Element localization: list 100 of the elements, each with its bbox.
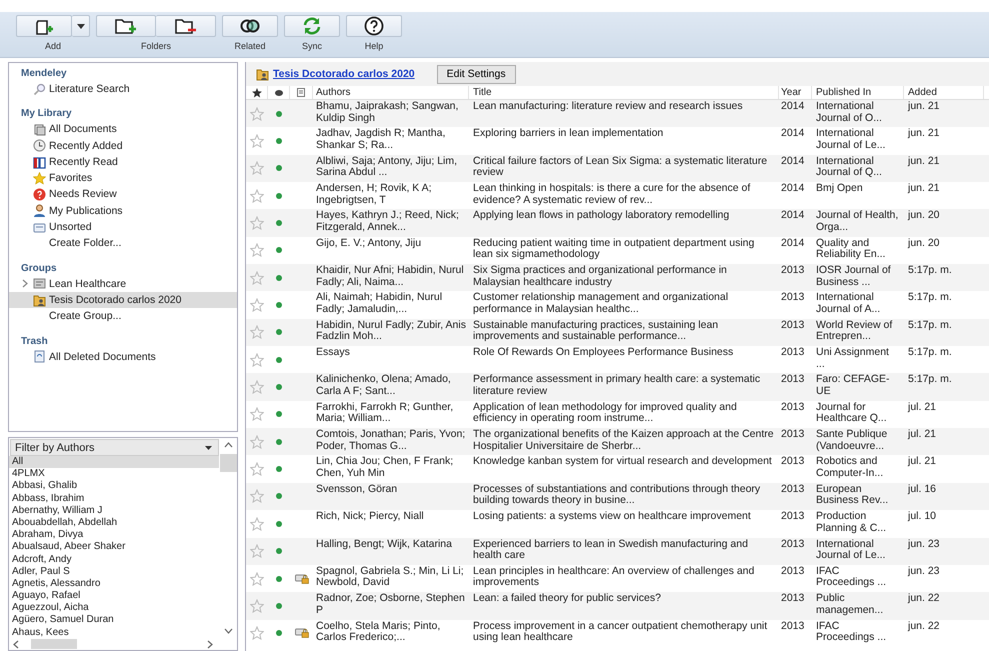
- table-cell-text: jun. 22: [908, 620, 941, 632]
- table-cell-text: Gijo, E. V.; Antony, Jiju: [316, 238, 422, 250]
- author-item[interactable]: Adler, Paul S: [9, 566, 219, 578]
- table-row[interactable]: Comtois, Jonathan; Paris, Yvon; Poder, Thomas G... The organizational benefits of the Kaizen approach at the Centre Hospitalier Universitaire de Sherbr... 2013 Sante Publique (Vandoeuvre... jul. 21: [246, 428, 989, 456]
- table-cell-text: Application of lean methodology for improved quality and efficiency in operating room instrume...: [473, 402, 738, 425]
- author-item[interactable]: Agnetis, Alessandro: [9, 578, 219, 590]
- author-item[interactable]: Adcroft, Andy: [9, 554, 219, 566]
- sidebar-item[interactable]: Favorites: [9, 170, 237, 186]
- table-row[interactable]: Andersen, H; Rovik, K A; Ingebrigtsen, T Lean thinking in hospitals: is there a cure for the absence of evidence? A systematic review of rev... 2014 Bmj Open jun. 21: [246, 182, 989, 210]
- author-item[interactable]: All: [9, 456, 219, 468]
- table-cell-text: Reducing patient waiting time in outpatient department using lean six sigmamethodology: [473, 238, 756, 261]
- table-row[interactable]: Spagnol, Gabriela S.; Min, Li Li; Newbold, David Lean principles in healthcare: An overview of challenges and improvements 2013 IFAC Proceedings ... jun. 23: [246, 564, 989, 592]
- dropdown-button[interactable]: [72, 15, 90, 37]
- table-row[interactable]: Jadhav, Jagdish R; Mantha, Shankar S; Ra... Exploring barriers in lean implementation 2014 International Journal of Le... jun. 21: [246, 127, 989, 155]
- table-row[interactable]: Farrokhi, Farrokh R; Gunther, Maria; William... Application of lean methodology for improved quality and efficiency in operating room instrume... 2013 Journal for Healthcare Q... jul. 21: [246, 400, 989, 428]
- toolbar-button[interactable]: [16, 15, 72, 37]
- sync-icon: [302, 17, 322, 35]
- magnifier-icon: [33, 82, 46, 96]
- table-cell-text: Lean manufacturing: literature review and research issues: [473, 101, 744, 112]
- table-row[interactable]: Habidin, Nurul Fadly; Zubir, Anis Fadzlin Moh... Sustainable manufacturing practices, sustaining lean improvements and sustainable performance... 2013 World Review of Entrepren... 5:17p. m.: [246, 318, 989, 346]
- author-item[interactable]: Abbass, Ibrahim: [9, 492, 219, 505]
- toolbar-label: Help: [364, 41, 384, 51]
- author-item[interactable]: Abraham, Divya: [9, 529, 219, 542]
- table-row[interactable]: Radnor, Zoe; Osborne, Stephen P Lean: a failed theory for public services? 2013 Public managemen... jun. 22: [246, 592, 989, 620]
- column-header[interactable]: Published In: [812, 86, 904, 99]
- sidebar-item[interactable]: Create Group...: [9, 308, 237, 325]
- table-cell-text: Journal for Healthcare Q...: [816, 402, 888, 425]
- table-cell-text: Journal of Health, Orga...: [816, 210, 900, 234]
- sidebar-item[interactable]: Tesis Dcotorado carlos 2020: [9, 292, 237, 308]
- table-row[interactable]: Coelho, Stela Maris; Pinto, Carlos Frederico;... Process improvement in a cancer outpatient chemotherapy unit using lean healthcare 2013 IFAC Proceedings ... jun. 22: [246, 620, 989, 647]
- table-row[interactable]: Rich, Nick; Piercy, Niall Losing patients: a systems view on healthcare improvement 2013 Production Planning & C... jul. 10: [246, 510, 989, 538]
- toolbar-button[interactable]: [346, 15, 402, 37]
- toolbar-button[interactable]: [156, 15, 216, 37]
- table-row[interactable]: Albliwi, Saja; Antony, Jiju; Lim, Sarina Abdul ... Critical failure factors of Lean Six Sigma: a systematic literature review 2014 International Journal of Q... jun. 21: [246, 154, 989, 182]
- sidebar-item[interactable]: Unsorted: [9, 219, 237, 236]
- sidebar-item[interactable]: Create Folder...: [9, 235, 237, 252]
- table-cell-text: Sante Publique (Vandoeuvre...: [816, 429, 888, 452]
- author-item[interactable]: Aguayo, Rafael: [9, 590, 219, 602]
- table-cell-text: 2013: [781, 402, 806, 414]
- scroll-thumb[interactable]: [31, 639, 77, 649]
- author-item[interactable]: Abouabdellah, Abdellah: [9, 516, 219, 530]
- table-cell-text: jun. 23: [908, 538, 941, 550]
- table-row[interactable]: Gijo, E. V.; Antony, Jiju Reducing patient waiting time in outpatient department using lean six sigmamethodology 2014 Quality and Reliability En... jun. 20: [246, 236, 989, 264]
- edit-settings-button[interactable]: Edit Settings: [436, 64, 516, 84]
- table-cell-text: International Journal of Q...: [816, 156, 883, 179]
- sidebar-item[interactable]: Needs Review: [9, 186, 237, 203]
- author-item[interactable]: Abualsaud, Abeer Shaker: [9, 541, 219, 554]
- sidebar-item[interactable]: Recently Read: [9, 154, 237, 170]
- toolbar-button[interactable]: [222, 15, 278, 37]
- table-cell-text: Losing patients: a systems view on healthcare improvement: [473, 511, 752, 523]
- documents-icon: [33, 122, 46, 136]
- author-item[interactable]: Aguezzoul, Aicha: [9, 602, 219, 614]
- table-row[interactable]: Lin, Chia Jou; Chen, F Frank; Chen, Yuh Min Knowledge kanban system for virtual research and development 2013 Robotics and Computer-In... jul. 21: [246, 455, 989, 483]
- column-header[interactable]: Year: [779, 86, 812, 99]
- table-row[interactable]: Bhamu, Jaiprakash; Sangwan, Kuldip Singh Lean manufacturing: literature review and research issues 2014 International Journal of O... jun. 21: [246, 100, 989, 128]
- table-row[interactable]: Hayes, Kathryn J.; Reed, Nick; Fitzgerald, Annek... Applying lean flows in pathology laboratory remodelling 2014 Journal of Health, Orga... jun. 20: [246, 209, 989, 237]
- table-cell-text: jun. 21: [908, 183, 941, 195]
- sidebar-item[interactable]: Recently Added: [9, 138, 237, 154]
- table-cell-text: Lin, Chia Jou; Chen, F Frank; Chen, Yuh Min: [316, 456, 454, 480]
- table-cell-text: IOSR Journal of Business ...: [816, 265, 892, 288]
- table-cell-text: Production Planning & C...: [816, 511, 888, 534]
- scroll-up-icon: [224, 442, 232, 448]
- sidebar-item[interactable]: All Deleted Documents: [9, 348, 237, 365]
- sidebar-item[interactable]: Lean Healthcare: [9, 276, 237, 292]
- table-row[interactable]: Kalinichenko, Olena; Amado, Carla A F; Sant... Performance assessment in primary health care: a systematic literature review 2013 Faro: CEFAGE-UE 5:17p. m.: [246, 373, 989, 401]
- table-cell-text: Uni Assignment ...: [816, 347, 890, 370]
- table-cell-text: Experienced barriers to lean in Swedish manufacturing and health care: [473, 538, 749, 562]
- author-item[interactable]: Abbasi, Ghalib: [9, 480, 219, 493]
- sidebar-item[interactable]: Literature Search: [9, 81, 237, 98]
- column-header[interactable]: Title: [469, 86, 779, 99]
- table-row[interactable]: Halling, Bengt; Wijk, Katarina Experienced barriers to lean in Swedish manufacturing and health care 2013 International Journal of Le... jun. 23: [246, 538, 989, 565]
- table-cell-text: Khaidir, Nur Afni; Habidin, Nurul Fadly; Ali, Naima...: [316, 265, 465, 288]
- table-cell-text: Public managemen...: [816, 593, 884, 616]
- table-cell-text: jun. 21: [908, 101, 941, 112]
- author-item[interactable]: Abernathy, William J: [9, 504, 219, 517]
- book-icon: [33, 156, 46, 169]
- author-item[interactable]: 4PLMX: [9, 468, 219, 480]
- column-header[interactable]: Authors: [313, 86, 469, 99]
- sidebar-item[interactable]: All Documents: [9, 121, 237, 138]
- table-cell-text: Lean principles in healthcare: An overview of challenges and improvements: [473, 566, 756, 589]
- table-cell-text: 5:17p. m.: [908, 292, 953, 304]
- toolbar-button[interactable]: [96, 15, 156, 37]
- table-cell-text: World Review of Entrepren...: [816, 320, 894, 343]
- help-icon: [364, 16, 384, 36]
- collection-link[interactable]: Tesis Dcotorado carlos 2020: [273, 68, 415, 80]
- table-row[interactable]: Khaidir, Nur Afni; Habidin, Nurul Fadly; Ali, Naima... Six Sigma practices and organizational performance in Malaysian healthcare industry 2013 IOSR Journal of Business ... 5:17p. m.: [246, 264, 989, 292]
- scroll-thumb[interactable]: [220, 454, 236, 472]
- table-row[interactable]: Svensson, Göran Processes of substantiations and contributions through theory building towards theory in busine... 2013 European Business Rev... jul. 16: [246, 482, 989, 510]
- table-row[interactable]: Ali, Naimah; Habidin, Nurul Fadly; Jamaludin,... Customer relationship management and organizational performance in Malaysian healthc... 2013 International Journal of A... 5:17p. m.: [246, 291, 989, 319]
- sidebar-item[interactable]: My Publications: [9, 202, 237, 220]
- group-icon: [33, 277, 46, 290]
- table-row[interactable]: Essays Role Of Rewards On Employees Performance Business 2013 Uni Assignment ... 5:17p. m.: [246, 346, 989, 374]
- column-header[interactable]: Added: [904, 86, 984, 99]
- overlapping-circles-icon: [239, 19, 261, 33]
- author-item[interactable]: Ahaus, Kees: [9, 626, 219, 639]
- table-cell-text: Performance assessment in primary health care: a systematic literature review: [473, 374, 762, 398]
- author-item[interactable]: Agüero, Samuel Duran: [9, 614, 219, 627]
- section-heading: Mendeley: [20, 67, 68, 81]
- filter-dropdown[interactable]: Filter by Authors: [10, 439, 219, 456]
- dropdown-label: Filter by Authors: [15, 442, 94, 454]
